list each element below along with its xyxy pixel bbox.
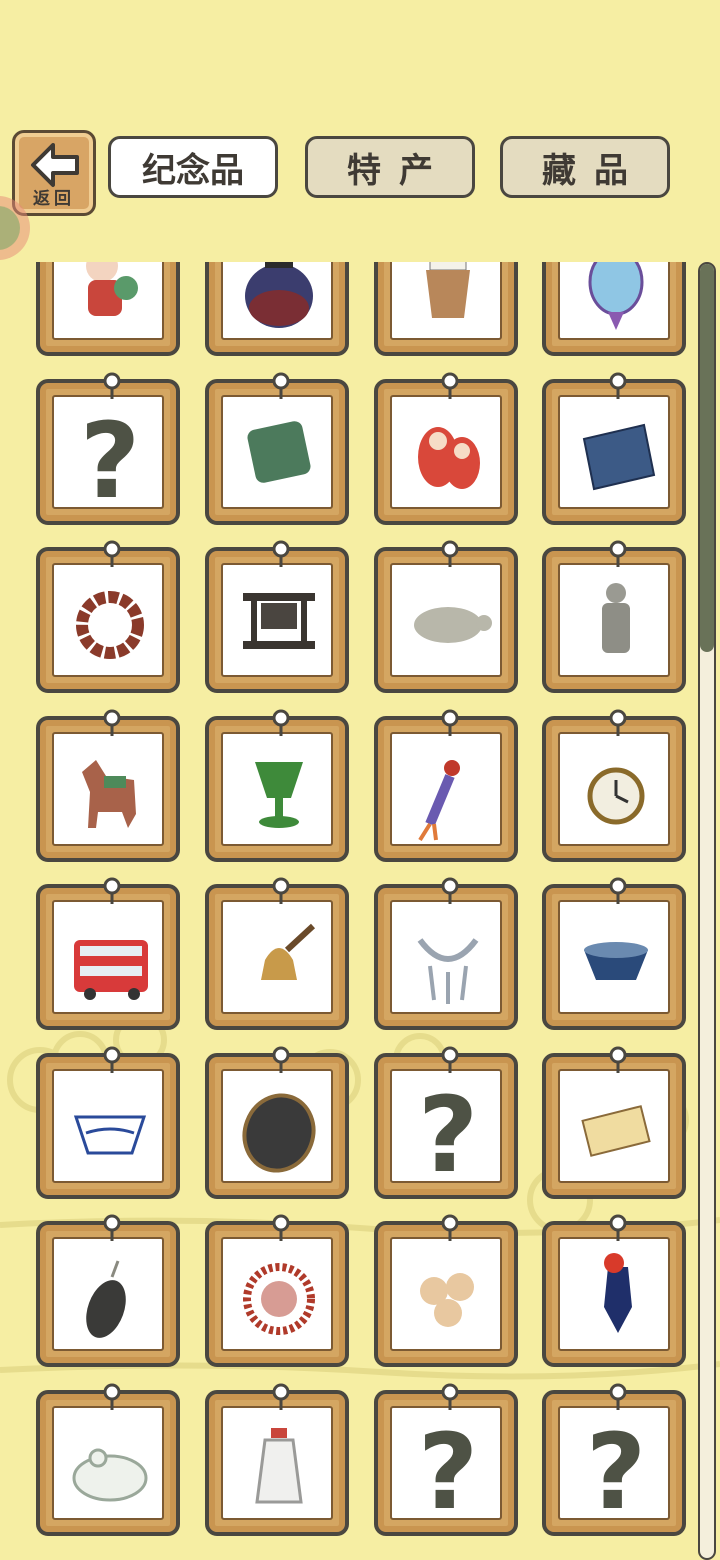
back-arrow-icon [31, 143, 79, 187]
jade-goblet-icon [255, 761, 303, 828]
item-card[interactable] [36, 877, 180, 1030]
tea-brick-icon [581, 1104, 651, 1157]
item-card[interactable]: ? [542, 1383, 686, 1536]
item-card[interactable] [205, 877, 349, 1030]
item-card[interactable] [374, 1214, 518, 1367]
terracotta-warrior-icon [602, 583, 630, 653]
stone-turtle-icon [414, 607, 492, 643]
svg-text:?: ? [586, 1411, 646, 1524]
item-card[interactable] [374, 709, 518, 862]
item-card[interactable] [205, 1383, 349, 1536]
snuff-bottle-icon [255, 1427, 303, 1503]
cloisonne-lantern-icon [588, 262, 644, 330]
svg-text:?: ? [418, 1411, 478, 1524]
hand-bell-icon [261, 923, 316, 980]
item-card[interactable]: ? [36, 372, 180, 525]
svg-text:?: ? [418, 1074, 478, 1187]
double-decker-bus-icon [74, 940, 148, 1000]
item-card[interactable] [36, 709, 180, 862]
item-card[interactable] [36, 540, 180, 693]
chinese-knot-tassel-icon [418, 759, 460, 841]
unknown-question-icon: ? [418, 1411, 478, 1524]
item-grid[interactable]: ???? [30, 262, 698, 1560]
clay-jar-icon [245, 262, 313, 328]
item-card[interactable] [542, 709, 686, 862]
jade-plaque-icon [247, 420, 311, 483]
item-card[interactable] [205, 1214, 349, 1367]
item-card[interactable] [374, 262, 518, 356]
item-card[interactable] [36, 1214, 180, 1367]
dango-skewer-icon [420, 1273, 474, 1327]
blue-scarf-icon [582, 423, 656, 490]
unknown-question-icon: ? [418, 1074, 478, 1187]
tea-bowl-icon [584, 942, 648, 980]
prayer-beads-icon [76, 591, 144, 659]
item-card[interactable] [36, 1383, 180, 1536]
item-card[interactable] [542, 1046, 686, 1199]
item-card[interactable] [542, 540, 686, 693]
item-card[interactable] [374, 372, 518, 525]
green-orb-decoration [0, 196, 30, 260]
item-card[interactable] [205, 540, 349, 693]
silver-necklace-icon [417, 938, 479, 1004]
item-card[interactable]: ? [374, 1383, 518, 1536]
dark-stone-pendant-icon [86, 1260, 126, 1338]
item-card[interactable] [205, 262, 349, 356]
paper-cut-seal-icon [243, 1263, 315, 1335]
tang-horse-icon [82, 759, 136, 828]
item-card[interactable]: ? [374, 1046, 518, 1199]
scrollbar-thumb[interactable] [700, 264, 714, 653]
item-card[interactable] [36, 1046, 180, 1199]
pocket-watch-icon [587, 767, 645, 824]
woven-basket-cup-icon [426, 262, 470, 318]
item-card[interactable] [205, 709, 349, 862]
tab-specialties[interactable]: 特产 [305, 136, 475, 198]
porcelain-bowl-icon [73, 1115, 147, 1154]
scrollbar[interactable] [698, 262, 716, 1560]
item-card[interactable] [542, 877, 686, 1030]
unknown-question-icon: ? [586, 1411, 646, 1524]
doll-figurine-icon [86, 262, 138, 316]
item-card[interactable] [542, 1214, 686, 1367]
unknown-question-icon: ? [80, 400, 140, 513]
rooster-figure-icon [604, 1253, 632, 1333]
item-card[interactable] [374, 877, 518, 1030]
matryoshka-doll-icon [418, 426, 480, 489]
item-card[interactable] [205, 1046, 349, 1199]
tab-souvenirs[interactable]: 纪念品 [108, 136, 278, 198]
item-card[interactable] [542, 372, 686, 525]
item-card[interactable] [36, 262, 180, 356]
chime-bells-icon [243, 593, 315, 649]
item-card[interactable] [205, 372, 349, 525]
tab-collections[interactable]: 藏品 [500, 136, 670, 198]
svg-text:?: ? [80, 400, 140, 513]
item-card[interactable] [374, 540, 518, 693]
item-card[interactable] [542, 262, 686, 356]
jade-frog-icon [72, 1448, 148, 1501]
ink-stone-icon [242, 1092, 316, 1173]
